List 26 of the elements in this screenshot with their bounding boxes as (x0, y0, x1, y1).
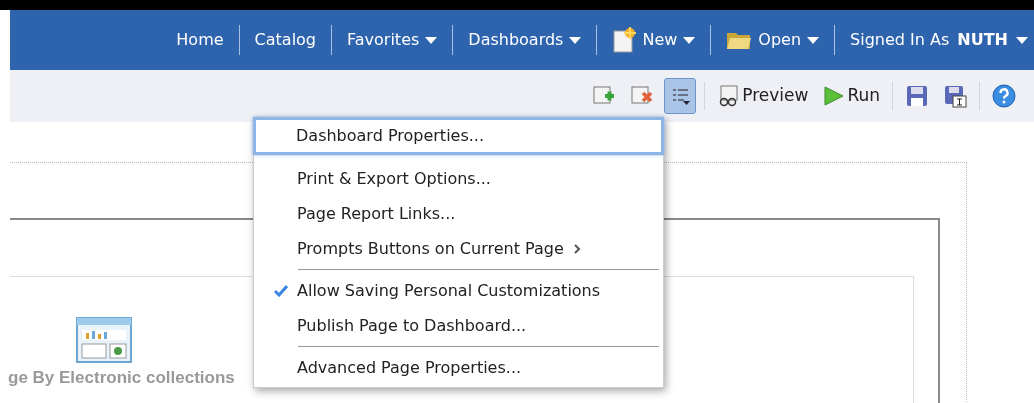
nav-link[interactable]: Favorites (347, 28, 438, 52)
menu-item[interactable]: Page Report Links... (254, 196, 663, 231)
save-icon (905, 84, 929, 108)
help-icon (992, 84, 1016, 108)
page-caption: ge By Electronic collections (8, 367, 235, 389)
menu-item[interactable]: Dashboard Properties... (253, 117, 664, 155)
nav-link[interactable]: Dashboards (468, 28, 582, 52)
folder-icon (726, 30, 753, 50)
toolbar-button[interactable]: Run (818, 78, 884, 114)
save-as-icon (943, 84, 967, 108)
toolbar-button[interactable]: Preview (713, 78, 813, 114)
nav-link[interactable]: New (612, 27, 696, 53)
user-menu[interactable]: NUTH (957, 28, 1028, 52)
menu-item[interactable]: Publish Page to Dashboard... (254, 308, 663, 343)
menu-item[interactable]: Allow Saving Personal Customizations (254, 273, 663, 308)
nav-link[interactable]: Open (726, 28, 820, 52)
nav-link[interactable]: Catalog (254, 28, 317, 52)
signed-in-label: Signed In As (850, 29, 950, 51)
menu-item[interactable]: Advanced Page Properties... (254, 350, 663, 385)
new-document-icon (612, 27, 637, 53)
caret-icon (1016, 36, 1028, 44)
report-icon (76, 317, 132, 363)
properties-button[interactable] (664, 78, 697, 114)
nav-link[interactable]: Home (176, 28, 224, 52)
menu-item[interactable]: Print & Export Options... (254, 161, 663, 196)
menu-item[interactable]: Prompts Buttons on Current Page (254, 231, 663, 266)
